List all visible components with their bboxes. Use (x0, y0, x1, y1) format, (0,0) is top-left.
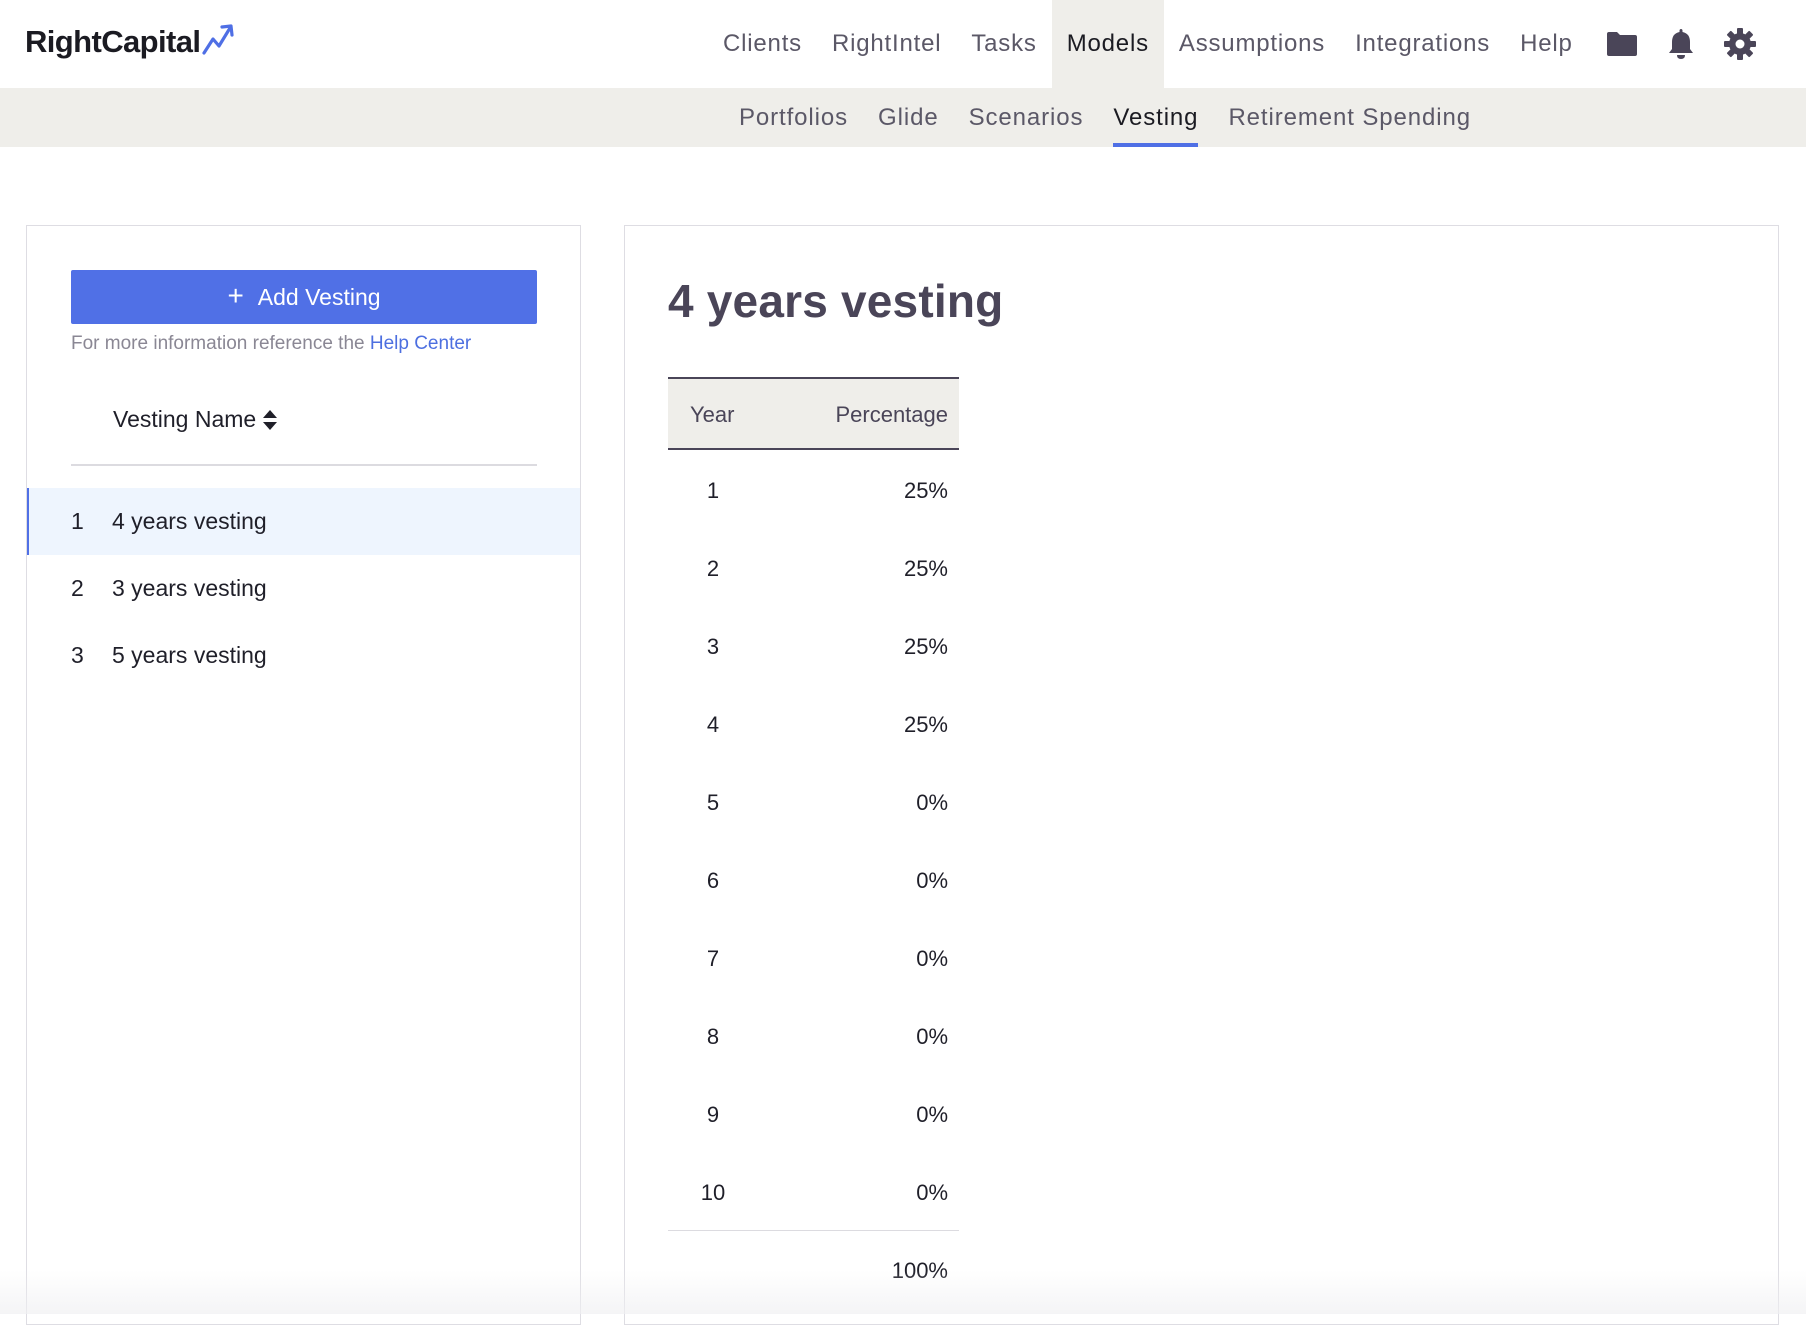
vesting-schedule-table: Year Percentage 1 25% 2 25% 3 25% 4 25% … (668, 377, 959, 1308)
nav-models[interactable]: Models (1051, 0, 1164, 88)
add-vesting-button[interactable]: + Add Vesting (71, 270, 537, 324)
list-item-name: 4 years vesting (112, 508, 267, 534)
bell-icon[interactable] (1659, 22, 1703, 66)
table-row: 4 25% (668, 684, 959, 762)
list-item[interactable]: 1 4 years vesting (27, 488, 580, 555)
tab-retirement-spending[interactable]: Retirement Spending (1213, 88, 1486, 147)
percentage-cell: 0% (916, 1102, 948, 1127)
list-item-index: 1 (71, 508, 84, 534)
year-cell: 3 (706, 634, 720, 659)
tab-portfolios[interactable]: Portfolios (724, 88, 863, 147)
table-total-row: 100% (668, 1230, 959, 1308)
table-row: 1 25% (668, 450, 959, 528)
sub-nav-bar: Portfolios Glide Scenarios Vesting Retir… (0, 88, 1806, 147)
vesting-list: 1 4 years vesting 2 3 years vesting 3 5 … (27, 488, 580, 689)
sort-icon (262, 409, 278, 431)
folder-icon[interactable] (1600, 22, 1644, 66)
year-cell: 9 (706, 1102, 720, 1127)
year-cell: 2 (706, 556, 720, 581)
nav-help[interactable]: Help (1505, 0, 1588, 88)
list-item[interactable]: 2 3 years vesting (27, 555, 580, 622)
nav-assumptions[interactable]: Assumptions (1164, 0, 1340, 88)
main-nav: Clients RightIntel Tasks Models Assumpti… (708, 0, 1588, 88)
add-vesting-label: Add Vesting (257, 283, 381, 310)
nav-clients[interactable]: Clients (708, 0, 817, 88)
year-cell: 1 (706, 478, 720, 503)
list-item-name: 3 years vesting (112, 575, 267, 601)
list-item[interactable]: 3 5 years vesting (27, 622, 580, 689)
list-item-index: 2 (71, 575, 84, 601)
percentage-column-header: Percentage (835, 402, 948, 427)
plus-icon: + (227, 280, 244, 311)
logo-arrow-icon (202, 24, 234, 55)
table-row: 8 0% (668, 996, 959, 1074)
help-note-text: For more information reference the (71, 333, 365, 354)
nav-integrations[interactable]: Integrations (1340, 0, 1505, 88)
nav-tasks[interactable]: Tasks (956, 0, 1051, 88)
percentage-cell: 25% (903, 634, 948, 659)
percentage-cell: 0% (916, 868, 948, 893)
help-note: For more information reference the Help … (71, 333, 471, 355)
logo-text: RightCapital (25, 24, 201, 59)
percentage-cell: 0% (916, 946, 948, 971)
table-row: 10 0% (668, 1152, 959, 1230)
sub-nav: Portfolios Glide Scenarios Vesting Retir… (724, 88, 1486, 147)
percentage-cell: 25% (903, 712, 948, 737)
percentage-cell: 0% (916, 1024, 948, 1049)
rightcapital-logo[interactable]: RightCapital (25, 22, 238, 62)
top-header: RightCapital Clients RightIntel Tasks Mo… (0, 0, 1806, 88)
table-row: 2 25% (668, 528, 959, 606)
list-item-index: 3 (71, 642, 84, 668)
tab-glide[interactable]: Glide (863, 88, 954, 147)
total-percentage: 100% (891, 1258, 948, 1283)
percentage-cell: 0% (916, 790, 948, 815)
vesting-name-sort[interactable]: Vesting Name (113, 406, 278, 433)
header-icons (1600, 0, 1777, 88)
vesting-detail-panel: 4 years vesting Year Percentage 1 25% 2 … (624, 225, 1779, 1325)
help-center-link[interactable]: Help Center (370, 333, 471, 354)
table-row: 7 0% (668, 918, 959, 996)
table-row: 3 25% (668, 606, 959, 684)
year-cell: 4 (706, 712, 720, 737)
tab-scenarios[interactable]: Scenarios (954, 88, 1099, 147)
page-title: 4 years vesting (668, 275, 1004, 327)
gear-icon[interactable] (1718, 22, 1762, 66)
percentage-cell: 0% (916, 1180, 948, 1205)
table-row: 6 0% (668, 840, 959, 918)
year-column-header: Year (690, 402, 735, 427)
year-cell: 5 (706, 790, 720, 815)
vesting-list-panel: + Add Vesting For more information refer… (26, 225, 581, 1325)
tab-vesting[interactable]: Vesting (1098, 88, 1213, 147)
year-cell: 10 (700, 1180, 726, 1205)
year-cell: 8 (706, 1024, 720, 1049)
percentage-cell: 25% (903, 556, 948, 581)
nav-rightintel[interactable]: RightIntel (817, 0, 956, 88)
table-row: 5 0% (668, 762, 959, 840)
table-header: Year Percentage (668, 377, 959, 450)
vesting-name-header-label: Vesting Name (113, 406, 257, 432)
table-row: 9 0% (668, 1074, 959, 1152)
vesting-name-header: Vesting Name (71, 366, 537, 466)
percentage-cell: 25% (903, 478, 948, 503)
list-item-name: 5 years vesting (112, 642, 267, 668)
year-cell: 6 (706, 868, 720, 893)
year-cell: 7 (706, 946, 720, 971)
